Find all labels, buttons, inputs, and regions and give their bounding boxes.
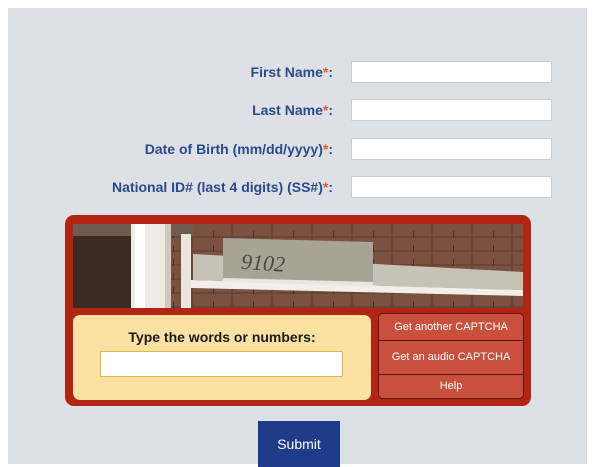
captcha-response-input[interactable] [100, 351, 343, 377]
captcha-prompt-box: Type the words or numbers: [73, 315, 371, 400]
national-id-input[interactable] [351, 176, 552, 198]
captcha-image: 9102 [73, 224, 523, 308]
dob-label: Date of Birth (mm/dd/yyyy)*: [144, 141, 333, 157]
last-name-input[interactable] [351, 99, 552, 121]
last-name-row: Last Name*: [8, 99, 587, 123]
last-name-label: Last Name*: [252, 102, 333, 118]
captcha-photo: 9102 [73, 224, 523, 308]
form-panel: First Name*: Last Name*: Date of Birth (… [8, 8, 587, 467]
audio-captcha-button[interactable]: Get an audio CAPTCHA [379, 341, 523, 375]
first-name-label: First Name*: [250, 64, 333, 80]
first-name-row: First Name*: [8, 61, 587, 85]
captcha-prompt-label: Type the words or numbers: [128, 329, 316, 345]
captcha-help-button[interactable]: Help [379, 375, 523, 398]
get-another-captcha-button[interactable]: Get another CAPTCHA [379, 314, 523, 341]
dob-input[interactable] [351, 138, 552, 160]
captcha-widget: 9102 Type the words or numbers: Get anot… [65, 215, 531, 406]
national-id-row: National ID# (last 4 digits) (SS#)*: [8, 176, 587, 200]
first-name-input[interactable] [351, 61, 552, 83]
submit-button[interactable]: Submit [258, 421, 340, 467]
national-id-label: National ID# (last 4 digits) (SS#)*: [112, 179, 333, 195]
dob-row: Date of Birth (mm/dd/yyyy)*: [8, 138, 587, 162]
captcha-controls: Get another CAPTCHA Get an audio CAPTCHA… [378, 313, 524, 399]
captcha-text: 9102 [240, 249, 286, 277]
